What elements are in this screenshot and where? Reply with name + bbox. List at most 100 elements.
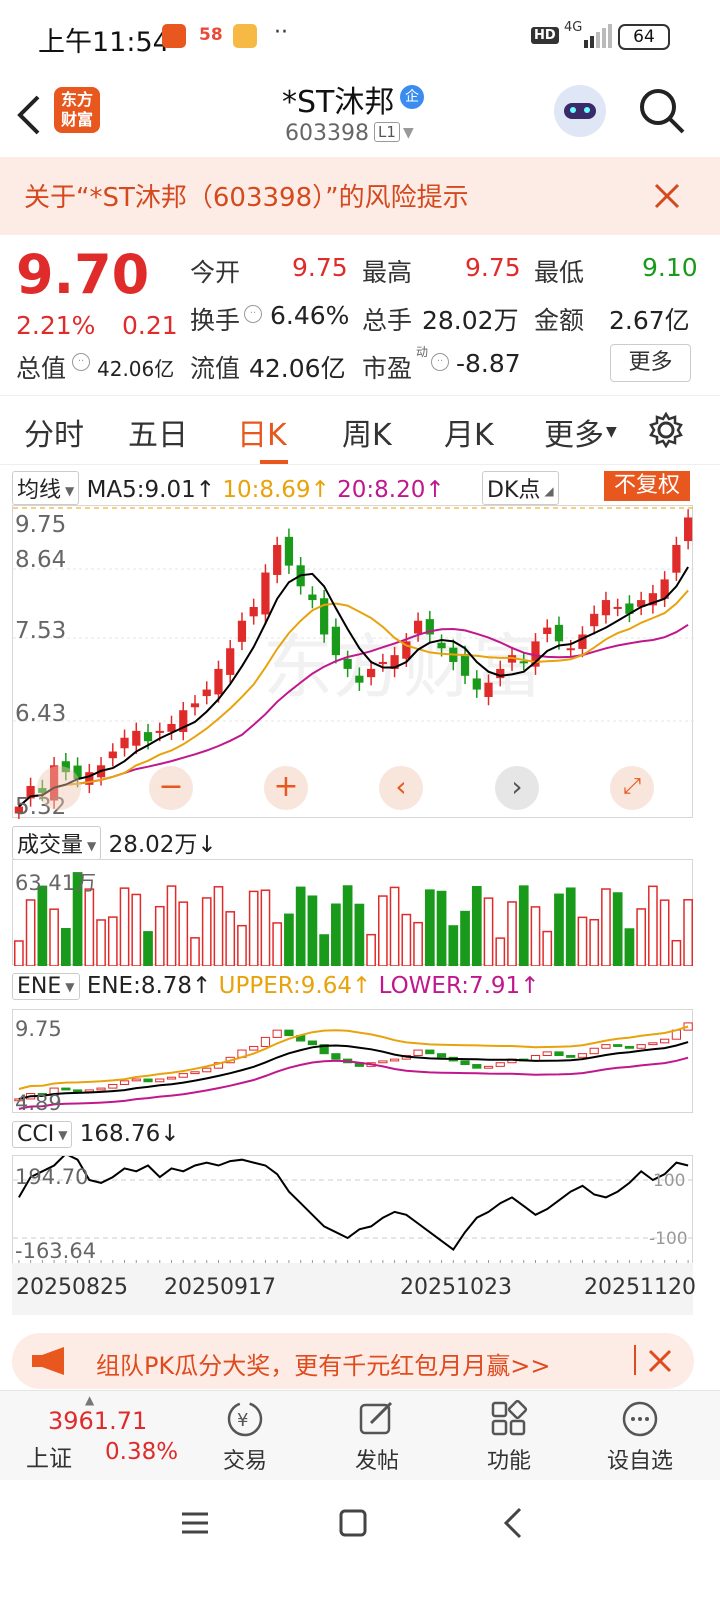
pe-dynamic-mark: 动 xyxy=(416,345,429,359)
enterprise-badge-icon: 企 xyxy=(400,85,424,109)
menu-icon[interactable] xyxy=(180,1508,210,1538)
fire-app-icon xyxy=(162,24,186,48)
more-button[interactable]: 更多 xyxy=(610,344,691,382)
ene-candle xyxy=(577,1053,588,1058)
trade-button[interactable]: ¥ 交易 xyxy=(210,1399,280,1479)
dk-point-dropdown[interactable]: DK点 ◢ xyxy=(482,471,559,505)
chevron-down-icon[interactable]: ▼ xyxy=(65,484,74,498)
volume-panel[interactable]: 63.41万 xyxy=(12,859,693,967)
ene-candle xyxy=(613,1044,623,1047)
back-arrow-icon[interactable] xyxy=(14,93,44,137)
chevron-down-icon[interactable]: ▼ xyxy=(65,980,74,994)
dk-point-label[interactable]: DK点 xyxy=(487,478,540,503)
cci-panel[interactable]: 194.70 -163.64 100 -100 xyxy=(12,1152,694,1266)
risk-warning-banner[interactable]: 关于“*ST沐邦（603398）”的风险提示 xyxy=(0,157,720,235)
level-badge[interactable]: L1 xyxy=(374,122,400,142)
kline-panel[interactable]: 东方财富 9.75 8.64 7.53 6.43 5.32 − + ‹ › ⤢ xyxy=(12,505,694,822)
eastmoney-logo[interactable]: 东方 财富 xyxy=(54,87,100,133)
volume-bar xyxy=(201,897,212,967)
candle xyxy=(261,572,270,615)
ene-candle xyxy=(331,1053,341,1060)
cci-header: CCI ▼ 168.76↓ xyxy=(12,1121,180,1148)
ma10-value: 10:8.69 xyxy=(222,477,311,503)
tab-five-day[interactable]: 五日 xyxy=(128,410,188,454)
volume-bar xyxy=(60,927,71,967)
down-arrow-icon: ↓ xyxy=(160,1121,180,1147)
adjustment-button[interactable]: 不复权 xyxy=(604,471,690,501)
index-ticker[interactable]: ▲ 3961.71 上证 0.38% xyxy=(0,1391,180,1481)
cci-dropdown[interactable]: CCI ▼ xyxy=(12,1121,73,1148)
more-circle-icon xyxy=(622,1401,658,1437)
fullscreen-icon[interactable]: ⤢ xyxy=(610,766,654,810)
y-axis-label: 7.53 xyxy=(15,618,66,644)
float-cap-label: 流值 xyxy=(190,354,241,383)
tab-more-caret-icon[interactable]: ▼ xyxy=(606,424,617,440)
chevron-down-icon[interactable]: ◢ xyxy=(544,484,553,498)
volume-dropdown-label[interactable]: 成交量 xyxy=(17,833,83,858)
risk-warning-text[interactable]: 关于“*ST沐邦（603398）”的风险提示 xyxy=(24,177,469,214)
volume-header: 成交量 ▼ 28.02万↓ xyxy=(12,825,217,860)
close-icon[interactable] xyxy=(654,183,680,209)
zoom-in-button[interactable]: + xyxy=(264,766,308,810)
cci-ref-label: -100 xyxy=(649,1229,688,1249)
low-label: 最低 xyxy=(534,258,585,287)
ma-dropdown-label[interactable]: 均线 xyxy=(17,478,61,503)
up-arrow-icon: ↑ xyxy=(192,973,212,999)
chevron-down-icon[interactable]: ▼ xyxy=(58,1128,67,1142)
info-icon[interactable]: ·· xyxy=(431,353,449,371)
reset-button[interactable] xyxy=(37,766,81,810)
volume-bar xyxy=(624,928,635,967)
bottom-toolbar: ▲ 3961.71 上证 0.38% ¥ 交易 发帖 功能 设自选 xyxy=(0,1390,720,1480)
ma-dropdown[interactable]: 均线 ▼ xyxy=(12,471,80,505)
chevron-down-icon[interactable]: ▼ xyxy=(87,839,96,853)
add-watchlist-button[interactable]: 设自选 xyxy=(600,1399,680,1479)
volume-bar xyxy=(272,922,283,967)
candle xyxy=(378,662,387,665)
volume-bar xyxy=(601,888,611,967)
close-icon[interactable] xyxy=(648,1349,672,1373)
back-icon[interactable] xyxy=(498,1506,528,1540)
ene-panel[interactable]: 9.75 4.89 xyxy=(12,1009,693,1115)
home-icon[interactable] xyxy=(338,1508,368,1538)
post-button[interactable]: 发帖 xyxy=(342,1399,412,1479)
ma20-value: 20:8.20 xyxy=(337,477,426,503)
status-bar: 上午11:54 58 ·· HD 4G 64 xyxy=(0,0,720,75)
pan-left-button[interactable]: ‹ xyxy=(379,766,423,810)
tab-daily-k[interactable]: 日K xyxy=(237,410,287,454)
tab-weekly-k[interactable]: 周K xyxy=(342,410,392,454)
pan-right-button[interactable]: › xyxy=(495,766,539,810)
promo-banner[interactable]: 组队PK瓜分大奖，更有千元红包月月赢>> xyxy=(12,1333,694,1389)
candle xyxy=(108,751,117,759)
cci-dropdown-label[interactable]: CCI xyxy=(17,1122,54,1147)
stock-code: 603398 xyxy=(285,121,369,146)
volume-bar xyxy=(460,910,470,967)
settings-gear-icon[interactable] xyxy=(648,412,684,448)
info-icon[interactable]: ·· xyxy=(244,305,262,323)
ene-candle xyxy=(72,1089,83,1093)
y-axis-label: 9.75 xyxy=(15,512,66,538)
tab-monthly-k[interactable]: 月K xyxy=(444,410,494,454)
search-icon[interactable] xyxy=(638,87,686,135)
amount-label: 金额 xyxy=(534,306,585,335)
tab-more[interactable]: 更多 xyxy=(544,410,604,454)
index-name: 上证 xyxy=(26,1446,72,1472)
float-cap-value: 42.06亿 xyxy=(249,354,346,383)
ene-dropdown[interactable]: ENE ▼ xyxy=(12,973,80,1000)
functions-button[interactable]: 功能 xyxy=(474,1399,544,1479)
volume-bar xyxy=(107,916,118,967)
robot-assistant-icon[interactable] xyxy=(554,85,606,137)
zoom-out-button[interactable]: − xyxy=(149,766,193,810)
volume-bar xyxy=(530,906,541,967)
volume-bar xyxy=(131,893,142,967)
kline-chart: 东方财富 9.75 8.64 7.53 6.43 5.32 xyxy=(13,507,694,822)
ene-candle xyxy=(284,1029,294,1037)
tab-intraday[interactable]: 分时 xyxy=(24,410,84,454)
level-dropdown-icon[interactable]: ▼ xyxy=(403,125,414,141)
expand-arrow-icon[interactable]: ▲ xyxy=(85,1393,94,1407)
promo-text[interactable]: 组队PK瓜分大奖，更有千元红包月月赢>> xyxy=(96,1346,550,1381)
info-icon[interactable]: ·· xyxy=(72,353,90,371)
ene-dropdown-label[interactable]: ENE xyxy=(17,974,61,999)
volume-bar xyxy=(495,937,506,967)
volume-dropdown[interactable]: 成交量 ▼ xyxy=(12,826,102,860)
functions-label: 功能 xyxy=(486,1449,531,1474)
